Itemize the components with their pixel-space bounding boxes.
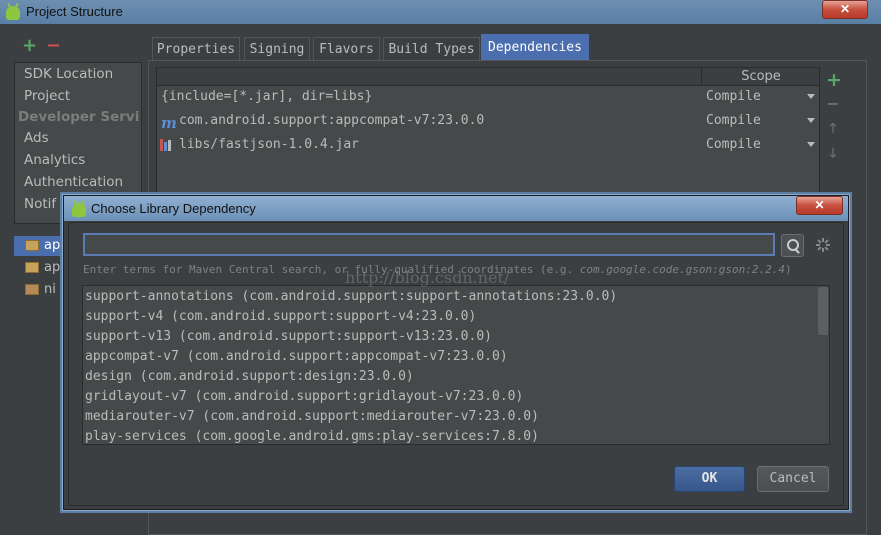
- dialog-close-button[interactable]: ✕: [796, 196, 843, 215]
- cancel-button[interactable]: Cancel: [757, 466, 829, 492]
- sidebar-section-developer-services: Developer Servi: [18, 109, 140, 125]
- sidebar-item-analytics[interactable]: Analytics: [24, 152, 85, 168]
- module-folder-icon: [25, 240, 39, 251]
- list-item[interactable]: play-services (com.google.android.gms:pl…: [85, 427, 539, 444]
- loading-spinner-icon: [816, 238, 830, 252]
- list-item[interactable]: design (com.android.support:design:23.0.…: [85, 367, 414, 387]
- dependency-scope[interactable]: Compile: [706, 110, 761, 132]
- dialog-title: Choose Library Dependency: [91, 201, 256, 216]
- sidebar-item-authentication[interactable]: Authentication: [24, 174, 123, 190]
- module-folder-icon: [25, 262, 39, 273]
- dependency-scope[interactable]: Compile: [706, 86, 761, 108]
- tab-properties[interactable]: Properties: [152, 37, 240, 60]
- module-folder-icon: [25, 284, 39, 295]
- list-item[interactable]: support-v4 (com.android.support:support-…: [85, 307, 476, 327]
- dependency-row[interactable]: libs/fastjson-1.0.4.jar Compile: [157, 134, 819, 156]
- dependency-scope[interactable]: Compile: [706, 134, 761, 156]
- remove-module-button[interactable]: −: [46, 37, 61, 55]
- remove-dependency-button[interactable]: −: [826, 94, 840, 113]
- window-title-bar: Project Structure ✕: [0, 0, 881, 24]
- scope-dropdown-arrow-icon[interactable]: [807, 142, 815, 147]
- sidebar-item-notifications[interactable]: Notif: [24, 196, 56, 212]
- sidebar-item-project[interactable]: Project: [24, 88, 70, 104]
- list-item[interactable]: gridlayout-v7 (com.android.support:gridl…: [85, 387, 523, 407]
- window-title: Project Structure: [26, 4, 123, 19]
- ok-button[interactable]: OK: [674, 466, 745, 492]
- dialog-title-bar: Choose Library Dependency ✕: [64, 196, 848, 221]
- dependency-row[interactable]: m com.android.support:appcompat-v7:23.0.…: [157, 110, 819, 132]
- dependency-row[interactable]: {include=[*.jar], dir=libs} Compile: [157, 86, 819, 108]
- tab-build-types[interactable]: Build Types: [383, 37, 480, 60]
- tab-dependencies[interactable]: Dependencies: [481, 34, 589, 60]
- maven-m-icon: m: [161, 114, 177, 132]
- module-label: ap: [44, 238, 61, 253]
- move-up-arrow-icon[interactable]: 🡑: [826, 119, 840, 141]
- scope-dropdown-arrow-icon[interactable]: [807, 94, 815, 99]
- sidebar-item-sdk-location[interactable]: SDK Location: [24, 66, 113, 82]
- list-item[interactable]: support-v13 (com.android.support:support…: [85, 327, 492, 347]
- library-search-input[interactable]: [83, 233, 775, 256]
- module-item[interactable]: ap: [14, 236, 68, 256]
- tab-flavors[interactable]: Flavors: [313, 37, 380, 60]
- jar-library-icon: [160, 139, 173, 151]
- dependency-name: com.android.support:appcompat-v7:23.0.0: [179, 113, 485, 128]
- results-scrollbar[interactable]: [818, 287, 828, 335]
- android-studio-icon: [6, 6, 20, 20]
- add-module-button[interactable]: +: [22, 37, 37, 55]
- tab-signing[interactable]: Signing: [244, 37, 310, 60]
- add-dependency-button[interactable]: +: [826, 69, 842, 91]
- module-label: ap: [44, 260, 61, 275]
- dependency-name: {include=[*.jar], dir=libs}: [161, 89, 373, 104]
- search-results-list: support-annotations (com.android.support…: [82, 285, 830, 445]
- watermark: http://blog.csdn.net/: [345, 268, 510, 287]
- module-list: ap ap ni: [14, 230, 68, 310]
- module-item[interactable]: ap: [14, 258, 68, 278]
- scope-dropdown-arrow-icon[interactable]: [807, 118, 815, 123]
- list-item[interactable]: support-annotations (com.android.support…: [85, 287, 617, 307]
- module-label: ni: [44, 282, 56, 297]
- scope-column-header[interactable]: Scope: [701, 68, 820, 85]
- list-item[interactable]: appcompat-v7 (com.android.support:appcom…: [85, 347, 508, 367]
- module-item[interactable]: ni: [14, 280, 68, 300]
- search-button[interactable]: [781, 234, 804, 257]
- list-item[interactable]: mediarouter-v7 (com.android.support:medi…: [85, 407, 539, 427]
- window-close-button[interactable]: ✕: [822, 0, 868, 19]
- android-studio-icon: [72, 203, 86, 217]
- move-down-arrow-icon[interactable]: 🡓: [826, 144, 840, 166]
- sidebar-item-ads[interactable]: Ads: [24, 130, 49, 146]
- dependency-name: libs/fastjson-1.0.4.jar: [179, 137, 360, 152]
